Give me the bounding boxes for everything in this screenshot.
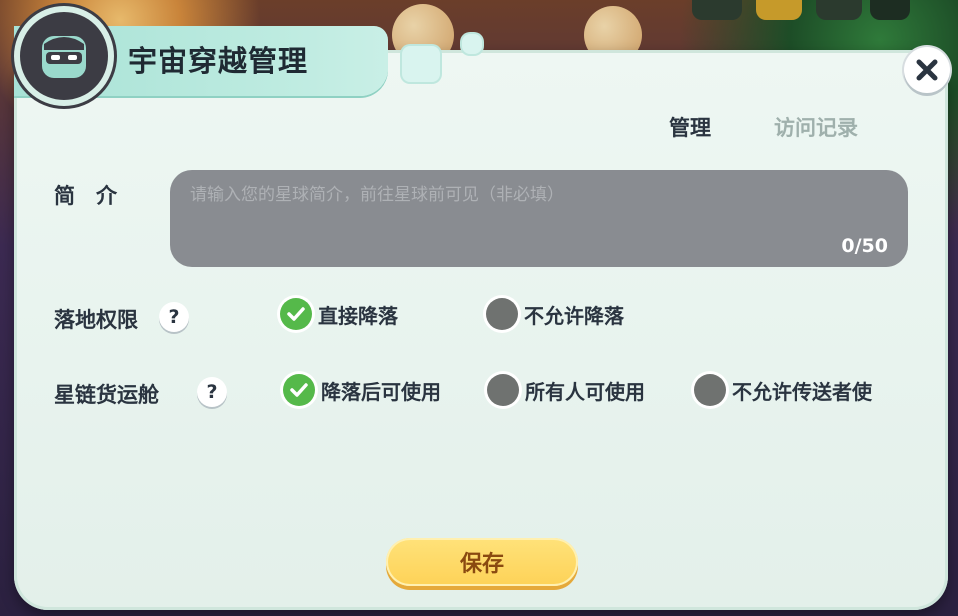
- landing-option-deny[interactable]: 不允许降落: [486, 298, 624, 330]
- intro-char-counter: 0/50: [841, 235, 888, 257]
- decor-square: [402, 46, 440, 82]
- cargo-option-deny[interactable]: 不允许传送者使: [694, 374, 872, 406]
- save-button[interactable]: 保存: [386, 538, 578, 586]
- landing-permission-label: 落地权限: [54, 308, 138, 332]
- intro-input[interactable]: 请输入您的星球简介，前往星球前可见（非必填） 0/50: [170, 170, 908, 267]
- hud-button: [692, 0, 742, 20]
- checkmark-icon: [283, 374, 315, 406]
- tab-visit-log[interactable]: 访问记录: [774, 112, 858, 142]
- radio-label: 不允许降落: [524, 303, 624, 328]
- decor-square: [462, 34, 482, 54]
- radio-label: 直接降落: [318, 303, 398, 328]
- hud-button: [816, 0, 862, 20]
- radio-label: 所有人可使用: [525, 379, 645, 404]
- dialog-title: 宇宙穿越管理: [128, 44, 309, 78]
- radio-unchecked-icon: [486, 298, 518, 330]
- landing-option-direct[interactable]: 直接降落: [280, 298, 398, 330]
- cargo-label: 星链货运舱: [54, 383, 159, 407]
- radio-unchecked-icon: [487, 374, 519, 406]
- radio-label: 降落后可使用: [321, 379, 441, 404]
- cargo-option-after-landing[interactable]: 降落后可使用: [283, 374, 441, 406]
- hud-button: [870, 0, 910, 20]
- landing-help-icon[interactable]: ?: [159, 302, 189, 332]
- intro-placeholder: 请输入您的星球简介，前往星球前可见（非必填）: [190, 185, 564, 205]
- avatar: [14, 6, 114, 106]
- tab-manage[interactable]: 管理: [669, 112, 711, 142]
- ninja-face-icon: [42, 36, 86, 78]
- radio-label: 不允许传送者使: [732, 379, 872, 404]
- close-button[interactable]: [904, 47, 950, 93]
- radio-unchecked-icon: [694, 374, 726, 406]
- hud-button: [756, 0, 802, 20]
- checkmark-icon: [280, 298, 312, 330]
- cargo-option-everyone[interactable]: 所有人可使用: [487, 374, 645, 406]
- cargo-help-icon[interactable]: ?: [197, 377, 227, 407]
- close-icon: [916, 59, 938, 81]
- intro-label: 简 介: [54, 184, 117, 208]
